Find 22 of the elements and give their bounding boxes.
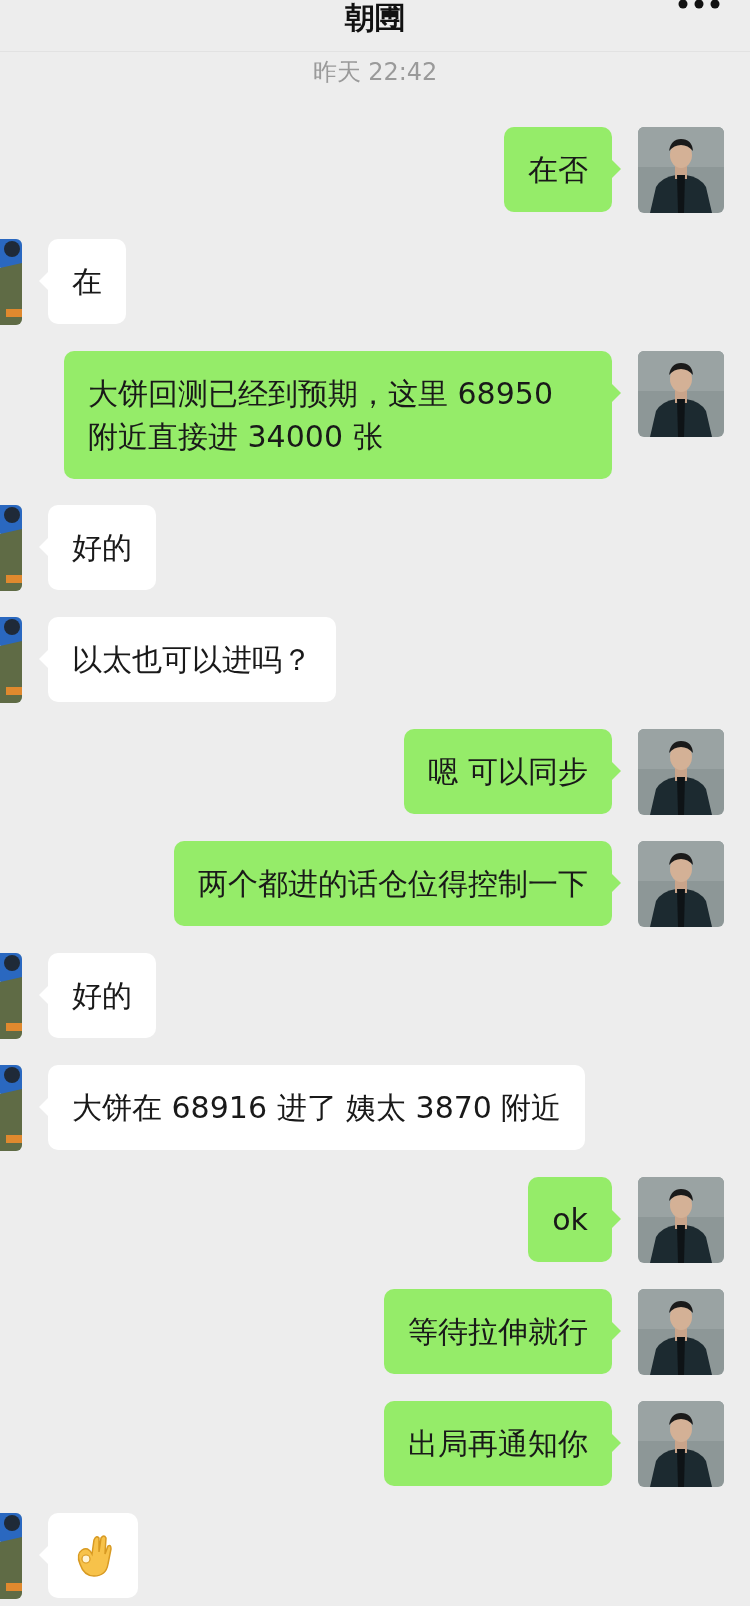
message-bubble[interactable]: 好的 <box>48 953 156 1038</box>
more-icon[interactable] <box>678 0 720 10</box>
message-bubble[interactable]: 等待拉伸就行 <box>384 1289 612 1374</box>
bubble-tail <box>612 762 621 780</box>
bubble-tail <box>612 1322 621 1340</box>
message-bubble[interactable]: 在否 <box>504 127 612 212</box>
message-bubble[interactable]: 大饼在 68916 进了 姨太 3870 附近 <box>48 1065 586 1150</box>
bubble-tail <box>612 1434 621 1452</box>
message-bubble[interactable]: 在 <box>48 239 126 324</box>
bubble-tail <box>612 874 621 892</box>
message-bubble[interactable]: 以太也可以进吗？ <box>48 617 336 702</box>
message-bubble[interactable]: 好的 <box>48 505 156 590</box>
bubble-tail <box>612 160 621 178</box>
message-bubble[interactable]: ok <box>528 1177 612 1262</box>
message-bubble[interactable]: 嗯 可以同步 <box>404 729 612 814</box>
timestamp: 昨天 22:42 <box>312 57 438 88</box>
chat-title: 朝圑 <box>345 0 405 36</box>
message-bubble[interactable]: 大饼回测已经到预期，这里 68950 附近直接进 34000 张 <box>64 351 612 479</box>
bubble-tail <box>612 384 621 402</box>
message-bubble[interactable]: 出局再通知你 <box>384 1401 612 1486</box>
bubble-tail <box>612 1210 621 1228</box>
message-bubble[interactable]: 两个都进的话仓位得控制一下 <box>174 841 612 926</box>
